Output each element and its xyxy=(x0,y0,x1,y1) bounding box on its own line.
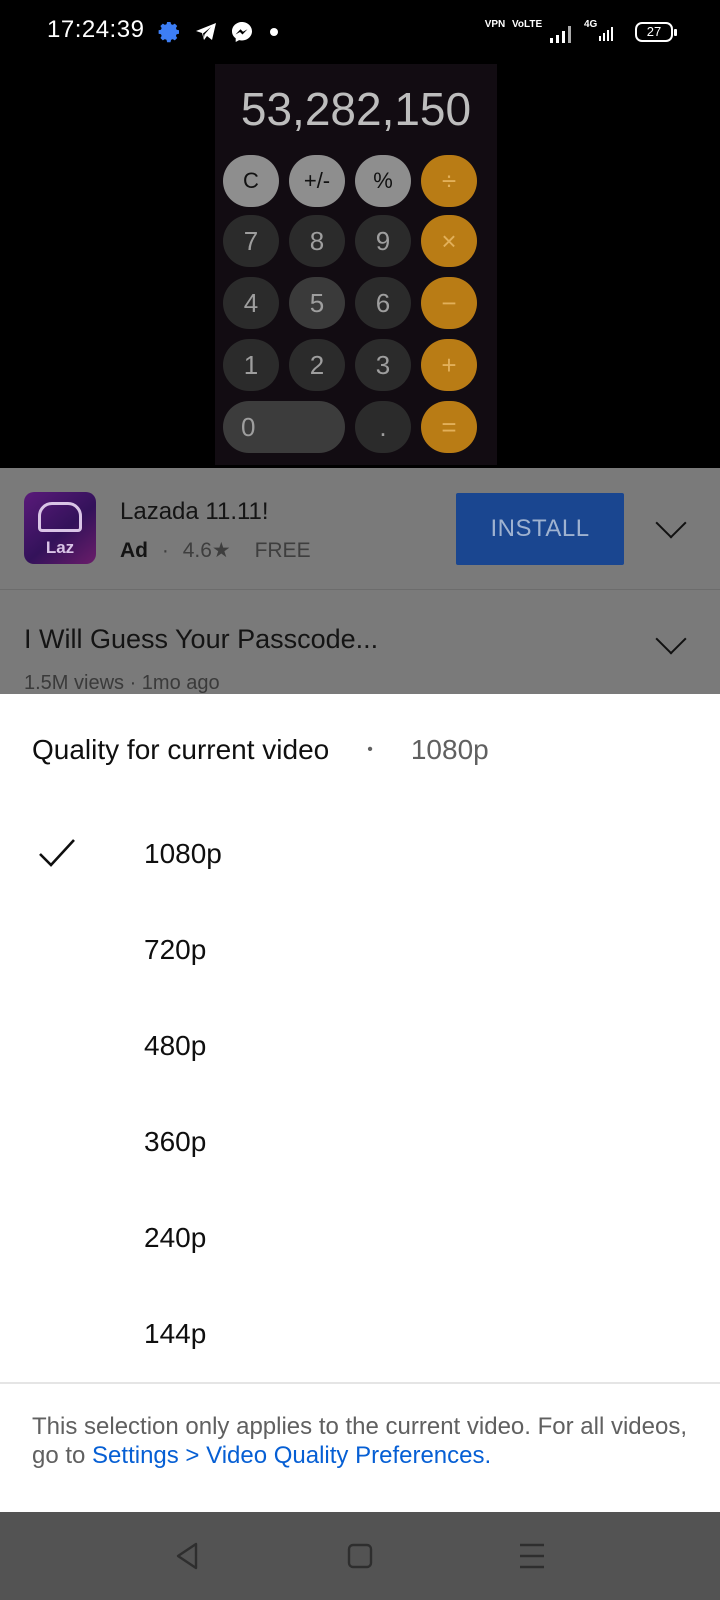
calc-key-clear: C xyxy=(223,155,279,207)
video-meta: 1.5M views · 1mo ago xyxy=(24,672,220,694)
app-logo-text: Laz xyxy=(45,538,75,557)
calc-key-9: 9 xyxy=(355,215,411,267)
settings-link[interactable]: Settings > Video Quality Preferences. xyxy=(92,1442,491,1469)
quality-option-360p[interactable]: 360p xyxy=(0,1094,720,1190)
ad-meta: Ad · 4.6★ FREE xyxy=(120,538,311,563)
calc-key-plus: + xyxy=(421,339,477,391)
calc-key-divide: ÷ xyxy=(421,155,477,207)
ad-label: Ad xyxy=(120,539,148,562)
calc-key-3: 3 xyxy=(355,339,411,391)
ad-app-name: Lazada 11.11! xyxy=(120,498,269,525)
ad-card[interactable]: Laz Lazada 11.11! Ad · 4.6★ FREE INSTALL xyxy=(0,468,720,588)
network-4g-label: 4G xyxy=(584,19,598,30)
quality-label: 720p xyxy=(144,934,207,965)
star-icon: ★ xyxy=(211,539,231,562)
volte-label: VoLTE xyxy=(512,19,543,30)
install-button[interactable]: INSTALL xyxy=(456,493,624,565)
header-separator: • xyxy=(367,741,373,758)
calc-key-7: 7 xyxy=(223,215,279,267)
description-expand-chevron-icon[interactable] xyxy=(655,623,687,655)
battery-level: 27 xyxy=(646,24,662,39)
calc-key-8: 8 xyxy=(289,215,345,267)
current-quality: 1080p xyxy=(410,734,489,765)
ad-price: FREE xyxy=(254,539,311,562)
telegram-icon xyxy=(196,23,216,40)
calc-key-5: 5 xyxy=(289,277,345,329)
quality-label: 360p xyxy=(144,1126,207,1157)
divider xyxy=(0,589,720,590)
quality-label: 144p xyxy=(144,1318,207,1349)
ad-separator: · xyxy=(161,539,169,562)
app-logo: Laz xyxy=(24,492,96,564)
calc-key-0: 0 xyxy=(223,401,345,453)
messenger-icon xyxy=(232,22,252,42)
calc-key-4: 4 xyxy=(223,277,279,329)
battery-indicator: 27 xyxy=(635,22,677,42)
quality-option-1080p[interactable]: 1080p xyxy=(0,806,720,902)
ad-expand-chevron-icon[interactable] xyxy=(655,507,687,539)
calc-key-decimal: . xyxy=(355,401,411,453)
calc-key-equals: = xyxy=(421,401,477,453)
notification-dot-icon xyxy=(270,28,278,36)
sheet-title: Quality for current video xyxy=(32,734,330,765)
quality-label: 240p xyxy=(144,1222,207,1253)
quality-label: 480p xyxy=(144,1030,207,1061)
sheet-header: Quality for current video • 1080p xyxy=(32,734,489,766)
back-icon[interactable] xyxy=(170,1538,206,1574)
calc-key-multiply: × xyxy=(421,215,477,267)
quality-option-480p[interactable]: 480p xyxy=(0,998,720,1094)
ad-rating: 4.6 xyxy=(182,539,212,562)
calc-key-6: 6 xyxy=(355,277,411,329)
calculator-display: 53,282,150 xyxy=(240,83,472,135)
quality-option-144p[interactable]: 144p xyxy=(0,1286,720,1382)
quality-label: 1080p xyxy=(144,838,222,869)
heart-logo-icon xyxy=(38,502,82,532)
checkmark-icon xyxy=(39,839,75,867)
video-player[interactable]: 53,282,150 C +/- % ÷ 7 8 9 × 4 5 6 − 1 2… xyxy=(0,64,720,465)
menu-icon[interactable] xyxy=(514,1538,550,1574)
status-time: 17:24:39 xyxy=(47,16,145,43)
quality-option-720p[interactable]: 720p xyxy=(0,902,720,998)
calc-key-sign: +/- xyxy=(289,155,345,207)
system-navigation-bar xyxy=(0,1512,720,1600)
watch-page-content: Laz Lazada 11.11! Ad · 4.6★ FREE INSTALL… xyxy=(0,468,720,694)
signal-bars-2-icon xyxy=(599,27,613,41)
video-title[interactable]: I Will Guess Your Passcode... xyxy=(24,624,378,655)
quality-bottom-sheet: Quality for current video • 1080p 1080p … xyxy=(0,694,720,1512)
quality-option-240p[interactable]: 240p xyxy=(0,1190,720,1286)
settings-gear-icon xyxy=(158,22,179,43)
signal-bars-icon xyxy=(550,26,571,43)
calc-key-percent: % xyxy=(355,155,411,207)
home-icon[interactable] xyxy=(342,1538,378,1574)
quality-footnote: This selection only applies to the curre… xyxy=(32,1412,692,1470)
calc-key-2: 2 xyxy=(289,339,345,391)
calc-key-1: 1 xyxy=(223,339,279,391)
calc-key-minus: − xyxy=(421,277,477,329)
sheet-divider xyxy=(0,1382,720,1384)
calculator-frame: 53,282,150 C +/- % ÷ 7 8 9 × 4 5 6 − 1 2… xyxy=(215,64,497,465)
status-bar: 17:24:39 VPN VoLTE 4G 27 xyxy=(0,0,720,64)
vpn-label: VPN xyxy=(484,19,506,30)
